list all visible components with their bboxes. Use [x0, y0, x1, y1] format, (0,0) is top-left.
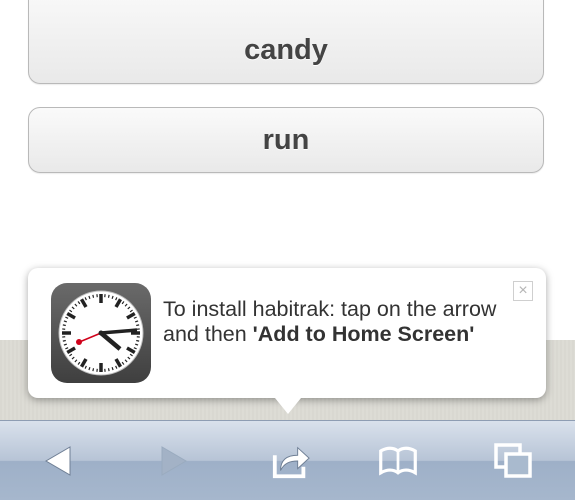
share-icon[interactable] — [271, 441, 311, 481]
habit-button-run[interactable]: run — [28, 107, 544, 173]
close-icon: × — [518, 282, 528, 299]
browser-toolbar — [0, 420, 575, 500]
bookmarks-icon[interactable] — [378, 441, 418, 481]
add-to-home-screen-popup: To install habitrak: tap on the arrow an… — [28, 268, 546, 398]
forward-icon[interactable] — [154, 441, 194, 481]
popup-pointer-arrow — [275, 398, 301, 414]
close-popup-button[interactable]: × — [513, 281, 533, 301]
install-instructions-bold: 'Add to Home Screen' — [252, 322, 475, 346]
install-instructions: To install habitrak: tap on the arrow an… — [163, 297, 503, 347]
back-icon[interactable] — [38, 441, 78, 481]
tabs-icon[interactable] — [494, 441, 534, 481]
clock-icon — [51, 283, 151, 383]
habit-button-candy[interactable]: candy — [28, 0, 544, 84]
